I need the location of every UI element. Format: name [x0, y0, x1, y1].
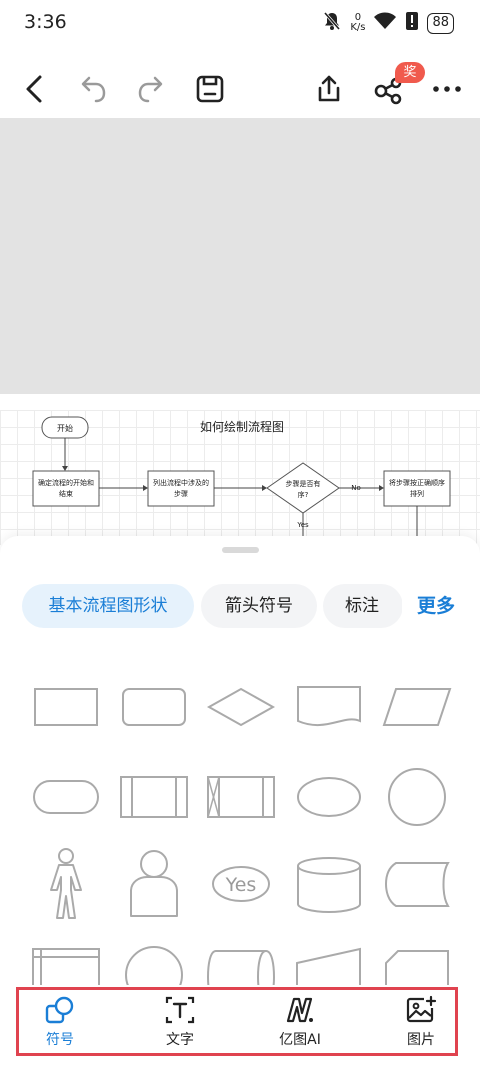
shape-yes-ellipse[interactable]: Yes [204, 846, 278, 921]
shape-stored-data[interactable] [380, 846, 454, 921]
nav-ai[interactable]: 亿图AI [265, 995, 335, 1055]
mute-bell-icon [322, 11, 342, 35]
nav-text-label: 文字 [166, 1032, 194, 1048]
status-icons: 0 K/s 88 [322, 10, 454, 36]
nav-image-label: 图片 [407, 1032, 435, 1048]
shape-user[interactable] [117, 846, 191, 921]
shape-diamond[interactable] [204, 676, 278, 736]
diagram-step3-line2: 排列 [410, 489, 424, 498]
shape-ellipse[interactable] [292, 766, 366, 826]
shape-rectangle[interactable] [29, 676, 103, 736]
diagram-step1-line1: 确定流程的开始和 [38, 478, 94, 487]
nav-text[interactable]: 文字 [145, 995, 215, 1055]
tab-callouts[interactable]: 标注 [323, 584, 403, 628]
net-speed: 0 K/s [350, 12, 366, 33]
diagram-step2-line2: 步骤 [174, 489, 188, 498]
shape-actor[interactable] [29, 846, 103, 921]
sheet-drag-handle[interactable] [222, 547, 259, 553]
wifi-icon [373, 11, 397, 35]
nav-symbols[interactable]: 符号 [25, 995, 95, 1055]
shape-cylinder-horizontal[interactable] [204, 941, 278, 986]
more-categories-button[interactable]: 更多 [402, 584, 478, 628]
nav-image[interactable]: 图片 [386, 995, 456, 1055]
diagram-step3-line1: 将步骤按正确顺序 [389, 478, 445, 487]
diagram-step2-line1: 列出流程中涉及的 [153, 478, 209, 487]
shape-circle-partial[interactable] [117, 941, 191, 986]
shape-database[interactable] [292, 846, 366, 921]
status-bar: 3:36 0 K/s 88 [0, 0, 480, 46]
back-icon[interactable] [18, 72, 52, 106]
reward-badge[interactable]: 奖 [395, 62, 425, 83]
diagram-decision-line2: 序? [298, 490, 309, 499]
nav-ai-label: 亿图AI [279, 1032, 321, 1048]
diagram-title: 如何绘制流程图 [200, 419, 284, 434]
shape-predefined-process[interactable] [117, 766, 191, 826]
shape-parallelogram[interactable] [380, 676, 454, 736]
shape-document[interactable] [292, 676, 366, 736]
shape-internal-storage[interactable] [29, 941, 103, 986]
diagram-step1-line2: 结束 [59, 489, 73, 498]
shapes-icon [25, 995, 95, 1025]
image-add-icon [386, 995, 456, 1025]
diagram-decision-line1: 步骤是否有 [286, 479, 321, 488]
battery-icon: 88 [427, 12, 454, 34]
shape-circle[interactable] [380, 766, 454, 826]
tab-basic-flowchart-shapes[interactable]: 基本流程图形状 [22, 584, 194, 628]
diagram-yes-label: Yes [296, 521, 309, 529]
share-upload-icon[interactable] [312, 72, 346, 106]
tab-arrow-symbols[interactable]: 箭头符号 [201, 584, 317, 628]
canvas-blank-area[interactable] [0, 118, 480, 394]
shape-card[interactable] [380, 941, 454, 986]
shape-grid: Yes [0, 646, 480, 986]
save-icon[interactable] [193, 72, 227, 106]
canvas-gap [0, 394, 480, 410]
diagram-no-label: No [351, 484, 361, 492]
bottom-nav: 符号 文字 亿图AI 图片 [0, 985, 480, 1066]
diagram-start: 开始 [57, 423, 73, 433]
undo-icon[interactable] [76, 72, 110, 106]
alert-icon [405, 11, 419, 35]
status-time: 3:36 [24, 11, 67, 33]
shape-rounded-rectangle[interactable] [117, 676, 191, 736]
shape-manual-input[interactable] [292, 941, 366, 986]
nav-symbols-label: 符号 [46, 1032, 74, 1048]
ai-icon [265, 995, 335, 1025]
more-icon[interactable] [430, 72, 464, 106]
shape-terminator[interactable] [29, 766, 103, 826]
redo-icon[interactable] [134, 72, 168, 106]
diagram-canvas[interactable]: 如何绘制流程图 开始 确定流程的开始和 结束 列出流程中涉及的 步骤 步骤是否有… [0, 410, 480, 545]
text-icon [145, 995, 215, 1025]
shape-stored-data-process[interactable] [204, 766, 278, 826]
shape-yes-text: Yes [225, 874, 257, 896]
